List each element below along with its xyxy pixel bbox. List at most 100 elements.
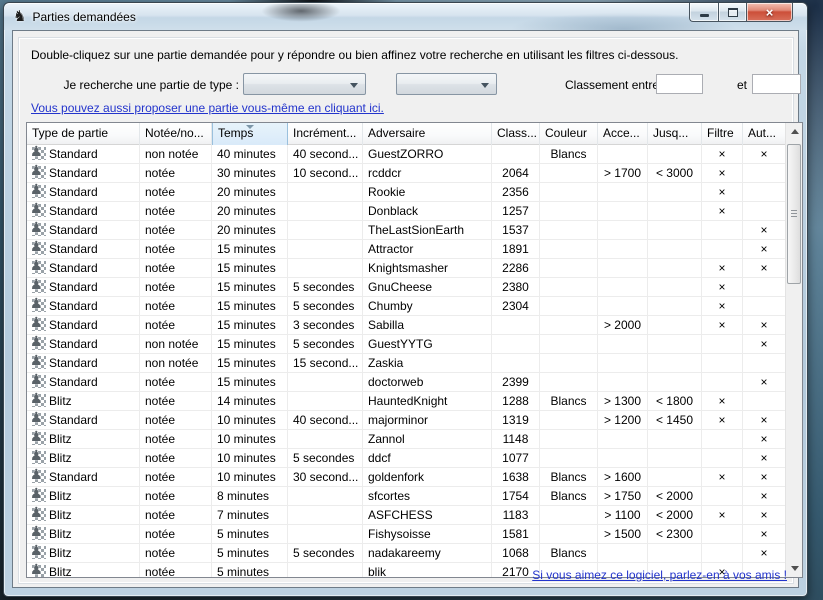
maximize-button[interactable] bbox=[718, 3, 747, 22]
cell-col9: < 1450 bbox=[648, 411, 702, 430]
game-row[interactable]: ♟Blitznotée10 minutesZannol1148× bbox=[27, 430, 785, 449]
cell-col1: ♟Standard bbox=[27, 145, 140, 164]
cell-col10: × bbox=[702, 164, 743, 183]
cell-col8: > 1300 bbox=[598, 392, 648, 411]
intro-text: Double-cliquez sur une partie demandée p… bbox=[31, 48, 678, 62]
cell-col3: 15 minutes bbox=[212, 240, 288, 259]
cell-col4 bbox=[288, 506, 363, 525]
cell-col6: 2356 bbox=[492, 183, 540, 202]
cell-col3: 7 minutes bbox=[212, 506, 288, 525]
cell-col6: 2286 bbox=[492, 259, 540, 278]
cell-col5: GnuCheese bbox=[363, 278, 492, 297]
game-row[interactable]: ♟Standardnotée15 minutes5 secondesChumby… bbox=[27, 297, 785, 316]
minimize-button[interactable] bbox=[689, 3, 718, 22]
column-header-8[interactable]: Acce... bbox=[598, 123, 648, 145]
game-row[interactable]: ♟Standardnotée15 minutes3 secondesSabill… bbox=[27, 316, 785, 335]
chess-pawn-icon: ♟ bbox=[32, 489, 46, 502]
cell-col2: notée bbox=[140, 221, 212, 240]
game-row[interactable]: ♟Standardnotée20 minutesTheLastSionEarth… bbox=[27, 221, 785, 240]
propose-game-link[interactable]: Vous pouvez aussi proposer une partie vo… bbox=[31, 101, 384, 115]
cell-col7 bbox=[540, 430, 598, 449]
column-header-5[interactable]: Adversaire bbox=[363, 123, 492, 145]
cell-col8 bbox=[598, 449, 648, 468]
scroll-down-button[interactable] bbox=[786, 560, 803, 577]
close-button[interactable]: × bbox=[747, 3, 793, 22]
cell-col3: 15 minutes bbox=[212, 278, 288, 297]
column-header-2[interactable]: Notée/no... bbox=[140, 123, 212, 145]
cell-col1: ♟Blitz bbox=[27, 563, 140, 577]
cell-col9 bbox=[648, 373, 702, 392]
rating-max-input[interactable] bbox=[752, 74, 801, 94]
window-controls: × bbox=[689, 3, 793, 22]
cell-col4: 5 secondes bbox=[288, 449, 363, 468]
cell-col4 bbox=[288, 373, 363, 392]
cell-col1: ♟Blitz bbox=[27, 525, 140, 544]
vertical-scrollbar[interactable] bbox=[785, 123, 802, 577]
cell-col11: × bbox=[743, 544, 785, 563]
game-row[interactable]: ♟Blitznotée10 minutes5 secondesddcf1077× bbox=[27, 449, 785, 468]
game-row[interactable]: ♟Standardnon notée40 minutes40 second...… bbox=[27, 145, 785, 164]
game-row[interactable]: ♟Standardnotée15 minutes5 secondesGnuChe… bbox=[27, 278, 785, 297]
rating-min-input[interactable] bbox=[656, 74, 703, 94]
cell-col11: × bbox=[743, 525, 785, 544]
cell-col5: sfcortes bbox=[363, 487, 492, 506]
cell-col10: × bbox=[702, 392, 743, 411]
scroll-up-button[interactable] bbox=[786, 123, 803, 140]
cell-col3: 10 minutes bbox=[212, 411, 288, 430]
titlebar[interactable]: ♞ Parties demandées bbox=[4, 3, 807, 30]
cell-col1: ♟Standard bbox=[27, 297, 140, 316]
game-row[interactable]: ♟Standardnon notée15 minutes15 second...… bbox=[27, 354, 785, 373]
cell-col8 bbox=[598, 183, 648, 202]
game-row[interactable]: ♟Blitznotée8 minutessfcortes1754Blancs> … bbox=[27, 487, 785, 506]
cell-col5: Sabilla bbox=[363, 316, 492, 335]
cell-col10 bbox=[702, 449, 743, 468]
cell-col2: notée bbox=[140, 240, 212, 259]
cell-col1: ♟Standard bbox=[27, 354, 140, 373]
cell-col4 bbox=[288, 525, 363, 544]
cell-col3: 40 minutes bbox=[212, 145, 288, 164]
game-type-combo[interactable] bbox=[243, 73, 366, 95]
game-row[interactable]: ♟Standardnon notée15 minutes5 secondesGu… bbox=[27, 335, 785, 354]
column-header-9[interactable]: Jusq... bbox=[648, 123, 702, 145]
scrollbar-thumb[interactable] bbox=[787, 144, 801, 284]
game-row[interactable]: ♟Blitznotée7 minutesASFCHESS1183> 1100< … bbox=[27, 506, 785, 525]
cell-col3: 15 minutes bbox=[212, 354, 288, 373]
column-header-4[interactable]: Incrément... bbox=[288, 123, 363, 145]
game-row[interactable]: ♟Blitznotée5 minutes5 secondesnadakareem… bbox=[27, 544, 785, 563]
cell-col6: 1754 bbox=[492, 487, 540, 506]
chess-pawn-icon: ♟ bbox=[32, 432, 46, 445]
game-row[interactable]: ♟Standardnotée10 minutes40 second...majo… bbox=[27, 411, 785, 430]
column-header-10[interactable]: Filtre bbox=[702, 123, 743, 145]
cell-col5: rcddcr bbox=[363, 164, 492, 183]
share-link[interactable]: Si vous aimez ce logiciel, parlez-en à v… bbox=[532, 568, 787, 582]
column-header-6[interactable]: Class... bbox=[492, 123, 540, 145]
column-header-1[interactable]: Type de partie bbox=[27, 123, 140, 145]
cell-col6: 2399 bbox=[492, 373, 540, 392]
game-row[interactable]: ♟Standardnotée10 minutes30 second...gold… bbox=[27, 468, 785, 487]
type-filter-label: Je recherche une partie de type : bbox=[19, 78, 239, 92]
game-row[interactable]: ♟Standardnotée15 minutesKnightsmasher228… bbox=[27, 259, 785, 278]
cell-col7 bbox=[540, 183, 598, 202]
game-row[interactable]: ♟Standardnotée20 minutesDonblack1257× bbox=[27, 202, 785, 221]
cell-col9 bbox=[648, 430, 702, 449]
column-header-3[interactable]: Temps bbox=[212, 123, 288, 145]
game-row[interactable]: ♟Blitznotée14 minutesHauntedKnight1288Bl… bbox=[27, 392, 785, 411]
cell-col10 bbox=[702, 430, 743, 449]
cell-col11 bbox=[743, 278, 785, 297]
game-row[interactable]: ♟Standardnotée15 minutesAttractor1891× bbox=[27, 240, 785, 259]
chess-pawn-icon: ♟ bbox=[32, 508, 46, 521]
game-row[interactable]: ♟Standardnotée20 minutesRookie2356× bbox=[27, 183, 785, 202]
game-row[interactable]: ♟Standardnotée15 minutesdoctorweb2399× bbox=[27, 373, 785, 392]
column-header-11[interactable]: Aut... bbox=[743, 123, 785, 145]
cell-col5: Zaskia bbox=[363, 354, 492, 373]
cell-col6: 1183 bbox=[492, 506, 540, 525]
column-header-7[interactable]: Couleur bbox=[540, 123, 598, 145]
game-row[interactable]: ♟Blitznotée5 minutesFishysoisse1581> 150… bbox=[27, 525, 785, 544]
game-variant-combo[interactable] bbox=[396, 73, 497, 95]
cell-col6 bbox=[492, 335, 540, 354]
cell-col7 bbox=[540, 335, 598, 354]
cell-col7: Blancs bbox=[540, 468, 598, 487]
game-row[interactable]: ♟Standardnotée30 minutes10 second...rcdd… bbox=[27, 164, 785, 183]
chevron-down-icon bbox=[350, 83, 358, 88]
cell-col11 bbox=[743, 354, 785, 373]
